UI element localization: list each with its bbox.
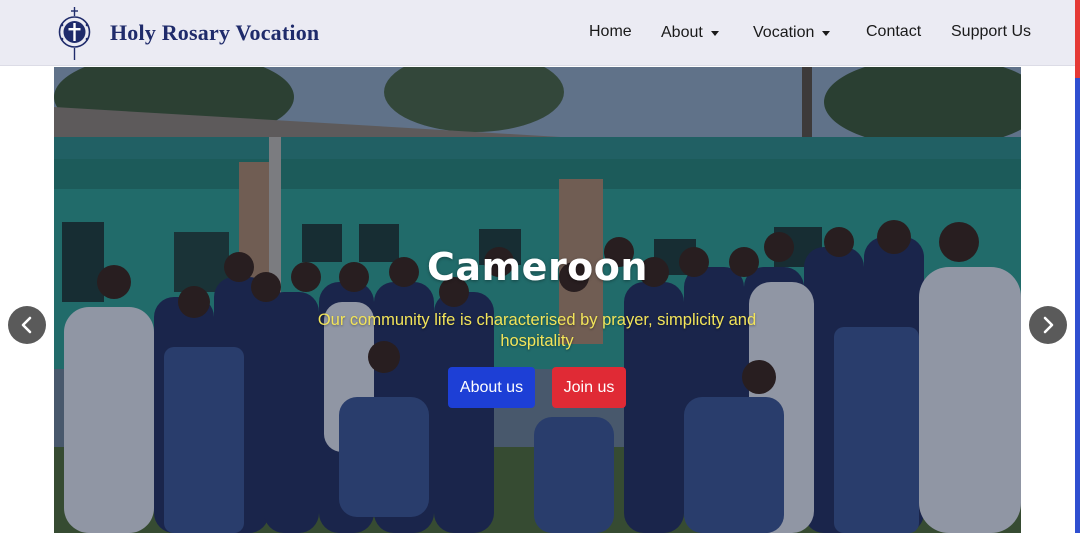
chevron-left-icon: [21, 316, 32, 334]
nav-about[interactable]: About: [661, 24, 719, 42]
site-header: Holy Rosary Vocation Home About Vocation…: [0, 0, 1080, 66]
caret-down-icon: [710, 30, 719, 36]
nav-vocation[interactable]: Vocation: [753, 24, 831, 42]
hero-dark-overlay: [54, 67, 1021, 533]
nav-contact-label: Contact: [866, 23, 922, 40]
nav-contact[interactable]: Contact: [866, 23, 921, 41]
nav-home[interactable]: Home: [589, 23, 632, 41]
nav-support-us[interactable]: Support Us: [951, 23, 1031, 41]
edge-accent-blue: [1075, 78, 1080, 533]
nav-home-label: Home: [589, 23, 632, 40]
about-us-button[interactable]: About us: [448, 367, 535, 408]
site-brand-name[interactable]: Holy Rosary Vocation: [110, 20, 319, 46]
nav-support-us-label: Support Us: [951, 23, 1032, 40]
hero-carousel: Cameroon Our community life is character…: [54, 67, 1021, 533]
rosary-emblem-icon[interactable]: [57, 5, 92, 61]
carousel-prev-button[interactable]: [8, 306, 46, 344]
carousel-next-button[interactable]: [1029, 306, 1067, 344]
caret-down-icon: [822, 30, 831, 36]
hero-title: Cameroon: [427, 245, 648, 289]
join-us-button[interactable]: Join us: [552, 367, 626, 408]
chevron-right-icon: [1043, 316, 1054, 334]
hero-subtitle: Our community life is characterised by p…: [317, 311, 757, 350]
nav-vocation-label: Vocation: [753, 24, 815, 41]
edge-accent-red: [1075, 0, 1080, 78]
nav-about-label: About: [661, 24, 703, 41]
